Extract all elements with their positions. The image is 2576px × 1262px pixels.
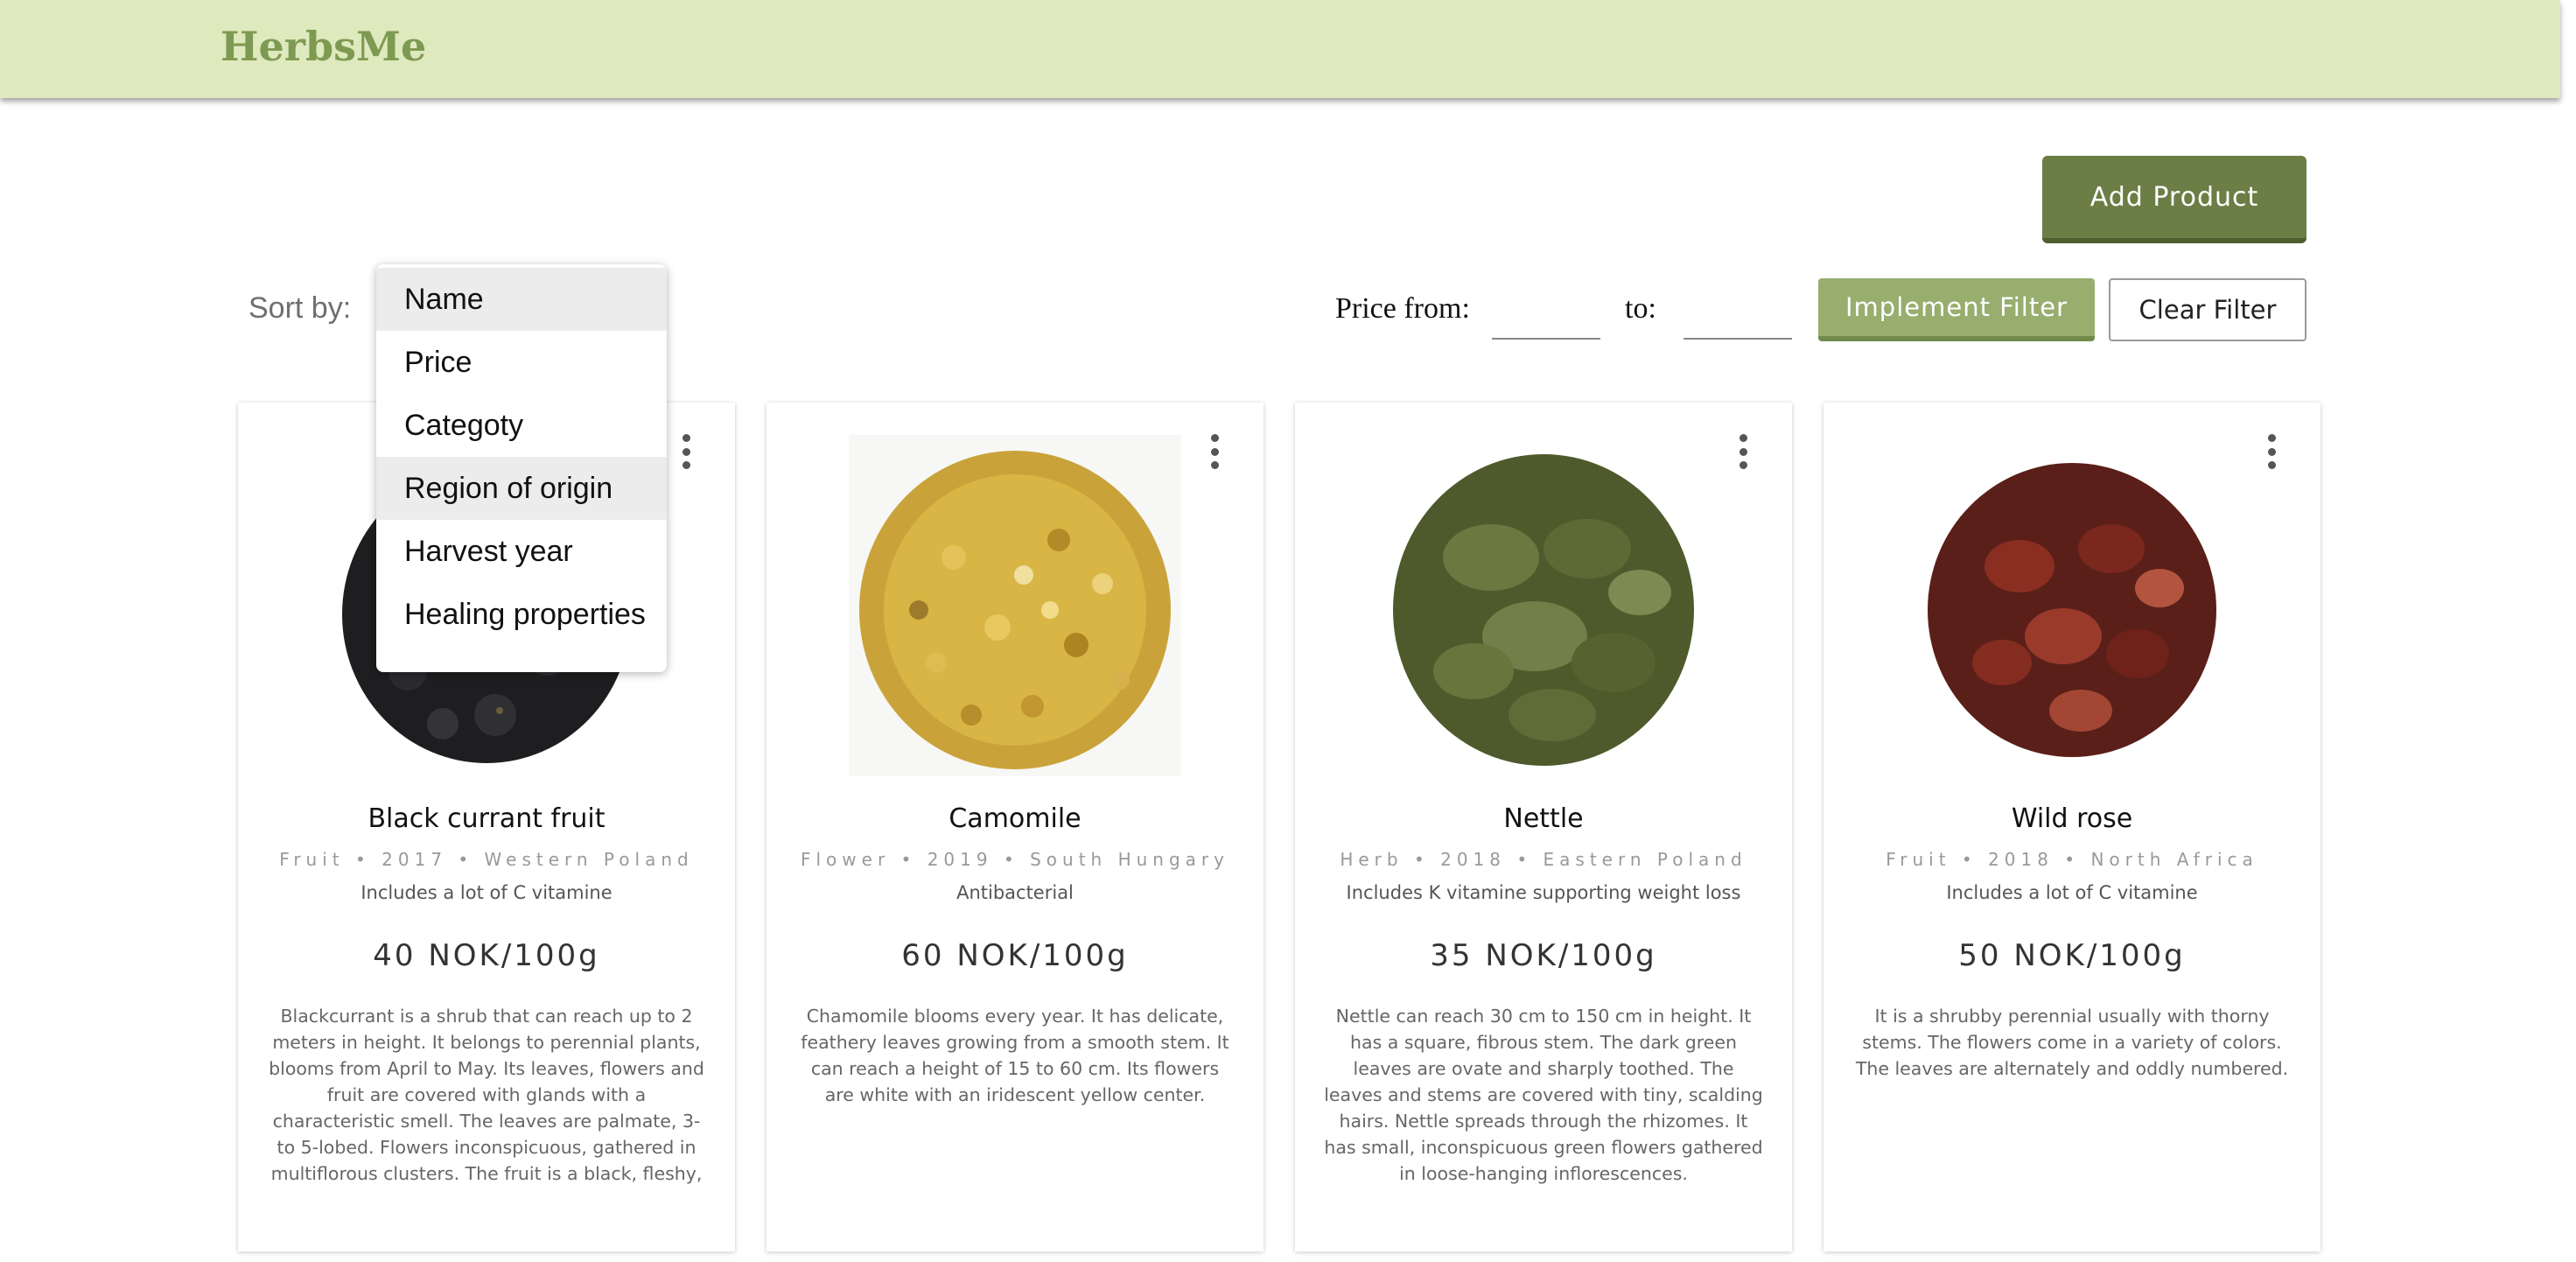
card-menu-icon[interactable] xyxy=(681,434,691,469)
sort-dropdown-menu: Name Price Categoty Region of origin Har… xyxy=(376,264,667,672)
product-name: Black currant fruit xyxy=(368,803,606,834)
wild-rose-image xyxy=(1928,463,2216,757)
price-to-label: to: xyxy=(1625,292,1656,325)
product-name: Wild rose xyxy=(2011,803,2133,834)
price-to-input[interactable] xyxy=(1684,301,1792,340)
product-feature: Includes K vitamine supporting weight lo… xyxy=(1346,882,1741,903)
sort-option-name[interactable]: Name xyxy=(376,268,667,331)
add-product-button[interactable]: Add Product xyxy=(2042,156,2306,243)
product-card-nettle: Nettle Herb • 2018 • Eastern Poland Incl… xyxy=(1295,403,1792,1251)
implement-filter-button[interactable]: Implement Filter xyxy=(1818,278,2095,341)
sort-option-category[interactable]: Categoty xyxy=(376,394,667,457)
product-price: 40 NOK/100g xyxy=(373,938,600,973)
product-image xyxy=(840,431,1190,781)
top-header: HerbsMe xyxy=(0,0,2560,98)
product-feature: Antibacterial xyxy=(956,882,1074,903)
product-description: It is a shrubby perennial usually with t… xyxy=(1855,1006,2289,1079)
sort-option-healing-properties[interactable]: Healing properties xyxy=(376,583,667,646)
product-name: Camomile xyxy=(948,803,1082,834)
brand-logo[interactable]: HerbsMe xyxy=(220,23,426,70)
sort-label: Sort by: xyxy=(248,291,352,325)
price-from-label: Price from: xyxy=(1335,292,1470,325)
product-image xyxy=(1368,431,1718,781)
product-feature: Includes a lot of C vitamine xyxy=(1946,882,2198,903)
product-description: Blackcurrant is a shrub that can reach u… xyxy=(269,1006,704,1184)
product-meta: Herb • 2018 • Eastern Poland xyxy=(1340,849,1747,870)
card-menu-icon[interactable] xyxy=(1738,434,1748,469)
product-name: Nettle xyxy=(1503,803,1584,834)
clear-filter-button[interactable]: Clear Filter xyxy=(2109,278,2306,341)
price-from-input[interactable] xyxy=(1492,301,1600,340)
sort-option-region[interactable]: Region of origin xyxy=(376,457,667,520)
product-price: 60 NOK/100g xyxy=(901,938,1129,973)
camomile-image xyxy=(849,435,1181,776)
product-description: Nettle can reach 30 cm to 150 cm in heig… xyxy=(1324,1006,1763,1184)
product-price: 35 NOK/100g xyxy=(1430,938,1657,973)
sort-option-harvest-year[interactable]: Harvest year xyxy=(376,520,667,583)
product-meta: Flower • 2019 • South Hungary xyxy=(801,849,1229,870)
sort-option-price[interactable]: Price xyxy=(376,331,667,394)
nettle-image xyxy=(1393,454,1694,766)
product-card-wild-rose: Wild rose Fruit • 2018 • North Africa In… xyxy=(1824,403,2320,1251)
product-price: 50 NOK/100g xyxy=(1958,938,2186,973)
product-meta: Fruit • 2018 • North Africa xyxy=(1886,849,2258,870)
product-feature: Includes a lot of C vitamine xyxy=(360,882,612,903)
product-meta: Fruit • 2017 • Western Poland xyxy=(279,849,694,870)
card-menu-icon[interactable] xyxy=(1209,434,1220,469)
product-description: Chamomile blooms every year. It has deli… xyxy=(801,1006,1229,1105)
card-menu-icon[interactable] xyxy=(2266,434,2277,469)
product-image xyxy=(1897,431,2247,781)
product-card-camomile: Camomile Flower • 2019 • South Hungary A… xyxy=(766,403,1264,1251)
